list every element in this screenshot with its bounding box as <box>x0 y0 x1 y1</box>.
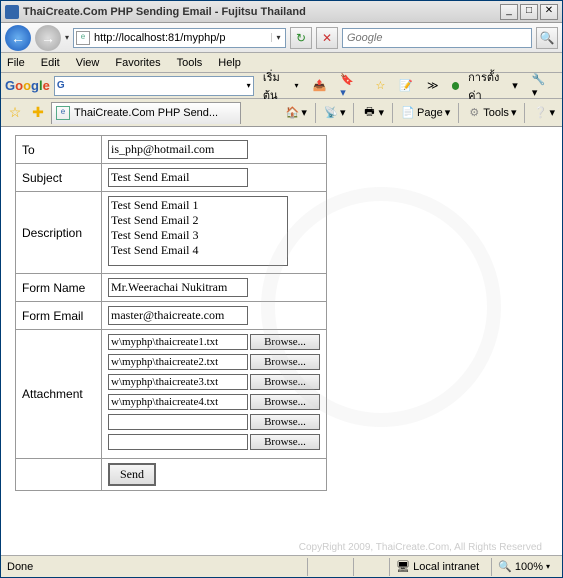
google-search-dropdown[interactable]: ▾ <box>244 81 254 90</box>
tools-menu-button[interactable]: ⚙Tools ▾ <box>464 105 519 121</box>
zoom-icon: 🔍 <box>498 560 512 573</box>
status-dot-icon <box>452 82 460 90</box>
feeds-button[interactable]: 📡▾ <box>321 105 349 121</box>
label-form-email: Form Email <box>16 302 102 330</box>
search-input[interactable] <box>343 32 531 44</box>
file-row: Browse... <box>108 394 320 410</box>
status-empty-1 <box>307 558 347 576</box>
file-row: Browse... <box>108 434 320 450</box>
add-favorites-icon[interactable]: ✚ <box>28 103 48 123</box>
help-button[interactable]: ❔▾ <box>530 105 558 121</box>
window-titlebar: ThaiCreate.Com PHP Sending Email - Fujit… <box>1 1 562 23</box>
copyright-text: CopyRight 2009, ThaiCreate.Com, All Righ… <box>299 542 542 553</box>
forward-button[interactable]: → <box>35 25 61 51</box>
menu-view[interactable]: View <box>76 57 100 69</box>
label-description: Description <box>16 192 102 274</box>
browse-button[interactable]: Browse... <box>250 334 320 350</box>
input-to[interactable] <box>108 140 248 159</box>
google-star-icon[interactable]: ☆ <box>370 77 390 94</box>
page-content: To Subject Description Test Send Email 1… <box>1 127 562 555</box>
favorites-star-icon[interactable]: ☆ <box>5 103 25 123</box>
maximize-button[interactable]: □ <box>520 4 538 20</box>
status-empty-2 <box>353 558 383 576</box>
search-button[interactable]: 🔍 <box>536 27 558 49</box>
google-wrench-icon[interactable]: 🔧 ▾ <box>527 71 558 101</box>
label-form-name: Form Name <box>16 274 102 302</box>
google-start-button[interactable]: เริ่มต้น ▾ <box>258 66 304 106</box>
email-form-table: To Subject Description Test Send Email 1… <box>15 135 327 491</box>
menu-tools[interactable]: Tools <box>177 57 203 69</box>
file-path-input[interactable] <box>108 354 248 370</box>
minimize-button[interactable]: _ <box>500 4 518 20</box>
window-title: ThaiCreate.Com PHP Sending Email - Fujit… <box>23 6 500 18</box>
stop-button[interactable]: ✕ <box>316 27 338 49</box>
url-dropdown[interactable]: ▾ <box>271 33 285 42</box>
file-path-input[interactable] <box>108 394 248 410</box>
google-share-icon[interactable]: 📤 <box>308 77 332 94</box>
browse-button[interactable]: Browse... <box>250 354 320 370</box>
browse-button[interactable]: Browse... <box>250 434 320 450</box>
google-more-button[interactable]: ≫ <box>422 77 444 94</box>
label-attachment: Attachment <box>16 330 102 459</box>
status-bar: Done 🖥 Local intranet 🔍 100% ▾ <box>1 555 562 577</box>
home-button[interactable]: 🏠▾ <box>282 105 310 121</box>
search-box[interactable] <box>342 28 532 48</box>
input-subject[interactable] <box>108 168 248 187</box>
refresh-button[interactable]: ↻ <box>290 27 312 49</box>
textarea-description[interactable]: Test Send Email 1 Test Send Email 2 Test… <box>108 196 288 266</box>
file-path-input[interactable] <box>108 434 248 450</box>
google-search-box[interactable]: G ▾ <box>54 76 254 96</box>
file-path-input[interactable] <box>108 334 248 350</box>
menu-help[interactable]: Help <box>218 57 241 69</box>
status-text: Done <box>7 561 33 573</box>
menu-edit[interactable]: Edit <box>41 57 60 69</box>
file-path-input[interactable] <box>108 374 248 390</box>
close-button[interactable]: ✕ <box>540 4 558 20</box>
menu-file[interactable]: File <box>7 57 25 69</box>
browse-button[interactable]: Browse... <box>250 374 320 390</box>
google-autofill-icon[interactable]: 📝 <box>394 77 418 94</box>
address-bar[interactable]: e ▾ <box>73 28 286 48</box>
tab-page-icon: e <box>56 106 70 120</box>
input-form-email[interactable] <box>108 306 248 325</box>
file-row: Browse... <box>108 334 320 350</box>
nav-toolbar: ← → ▾ e ▾ ↻ ✕ 🔍 <box>1 23 562 53</box>
print-button[interactable]: 🖶▾ <box>359 105 387 121</box>
tab-title: ThaiCreate.Com PHP Send... <box>74 107 218 119</box>
file-path-input[interactable] <box>108 414 248 430</box>
page-icon: e <box>76 31 90 45</box>
browse-button[interactable]: Browse... <box>250 414 320 430</box>
nav-history-dropdown[interactable]: ▾ <box>65 33 69 42</box>
google-g-icon: G <box>57 78 65 94</box>
app-icon <box>5 5 19 19</box>
url-input[interactable] <box>92 32 271 44</box>
browse-button[interactable]: Browse... <box>250 394 320 410</box>
google-toolbar: Google G ▾ เริ่มต้น ▾ 📤 🔖 ▾ ☆ 📝 ≫ การตั้… <box>1 73 562 99</box>
status-zoom[interactable]: 🔍 100% ▾ <box>491 558 556 576</box>
file-row: Browse... <box>108 414 320 430</box>
menu-favorites[interactable]: Favorites <box>115 57 160 69</box>
send-button[interactable]: Send <box>108 463 156 486</box>
status-zone: 🖥 Local intranet <box>389 558 485 576</box>
file-row: Browse... <box>108 374 320 390</box>
input-form-name[interactable] <box>108 278 248 297</box>
tab-active[interactable]: e ThaiCreate.Com PHP Send... <box>51 102 241 124</box>
google-logo: Google <box>5 78 50 93</box>
google-bookmark-icon[interactable]: 🔖 ▾ <box>335 71 366 101</box>
back-button[interactable]: ← <box>5 25 31 51</box>
google-search-input[interactable] <box>67 78 244 93</box>
google-settings-button[interactable]: การตั้งค่า ▾ <box>463 66 523 106</box>
intranet-icon: 🖥 <box>396 560 410 573</box>
file-row: Browse... <box>108 354 320 370</box>
label-to: To <box>16 136 102 164</box>
label-subject: Subject <box>16 164 102 192</box>
page-menu-button[interactable]: 📄Page ▾ <box>398 105 453 121</box>
